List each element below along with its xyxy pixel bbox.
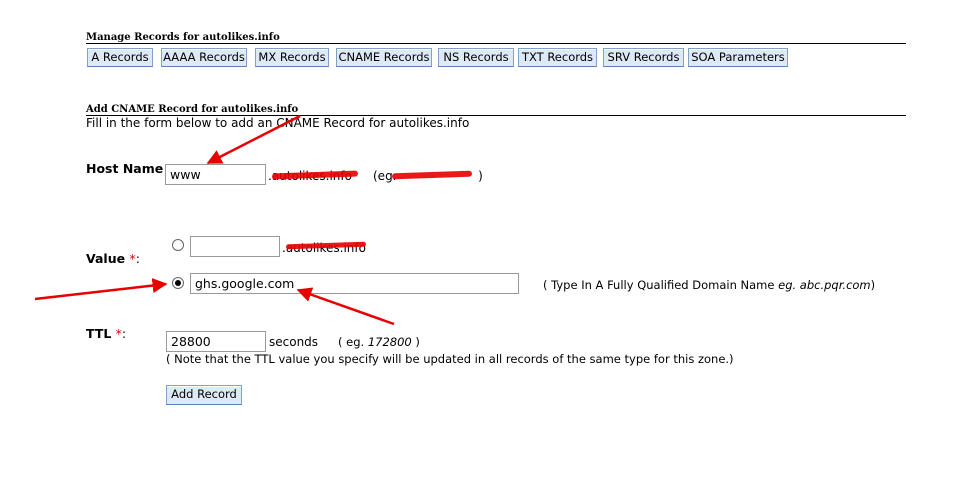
arrow-to-radio [34,278,168,301]
arrow-to-value [296,287,395,326]
arrow-to-host-name [206,114,301,165]
annotation-arrows [34,114,395,326]
